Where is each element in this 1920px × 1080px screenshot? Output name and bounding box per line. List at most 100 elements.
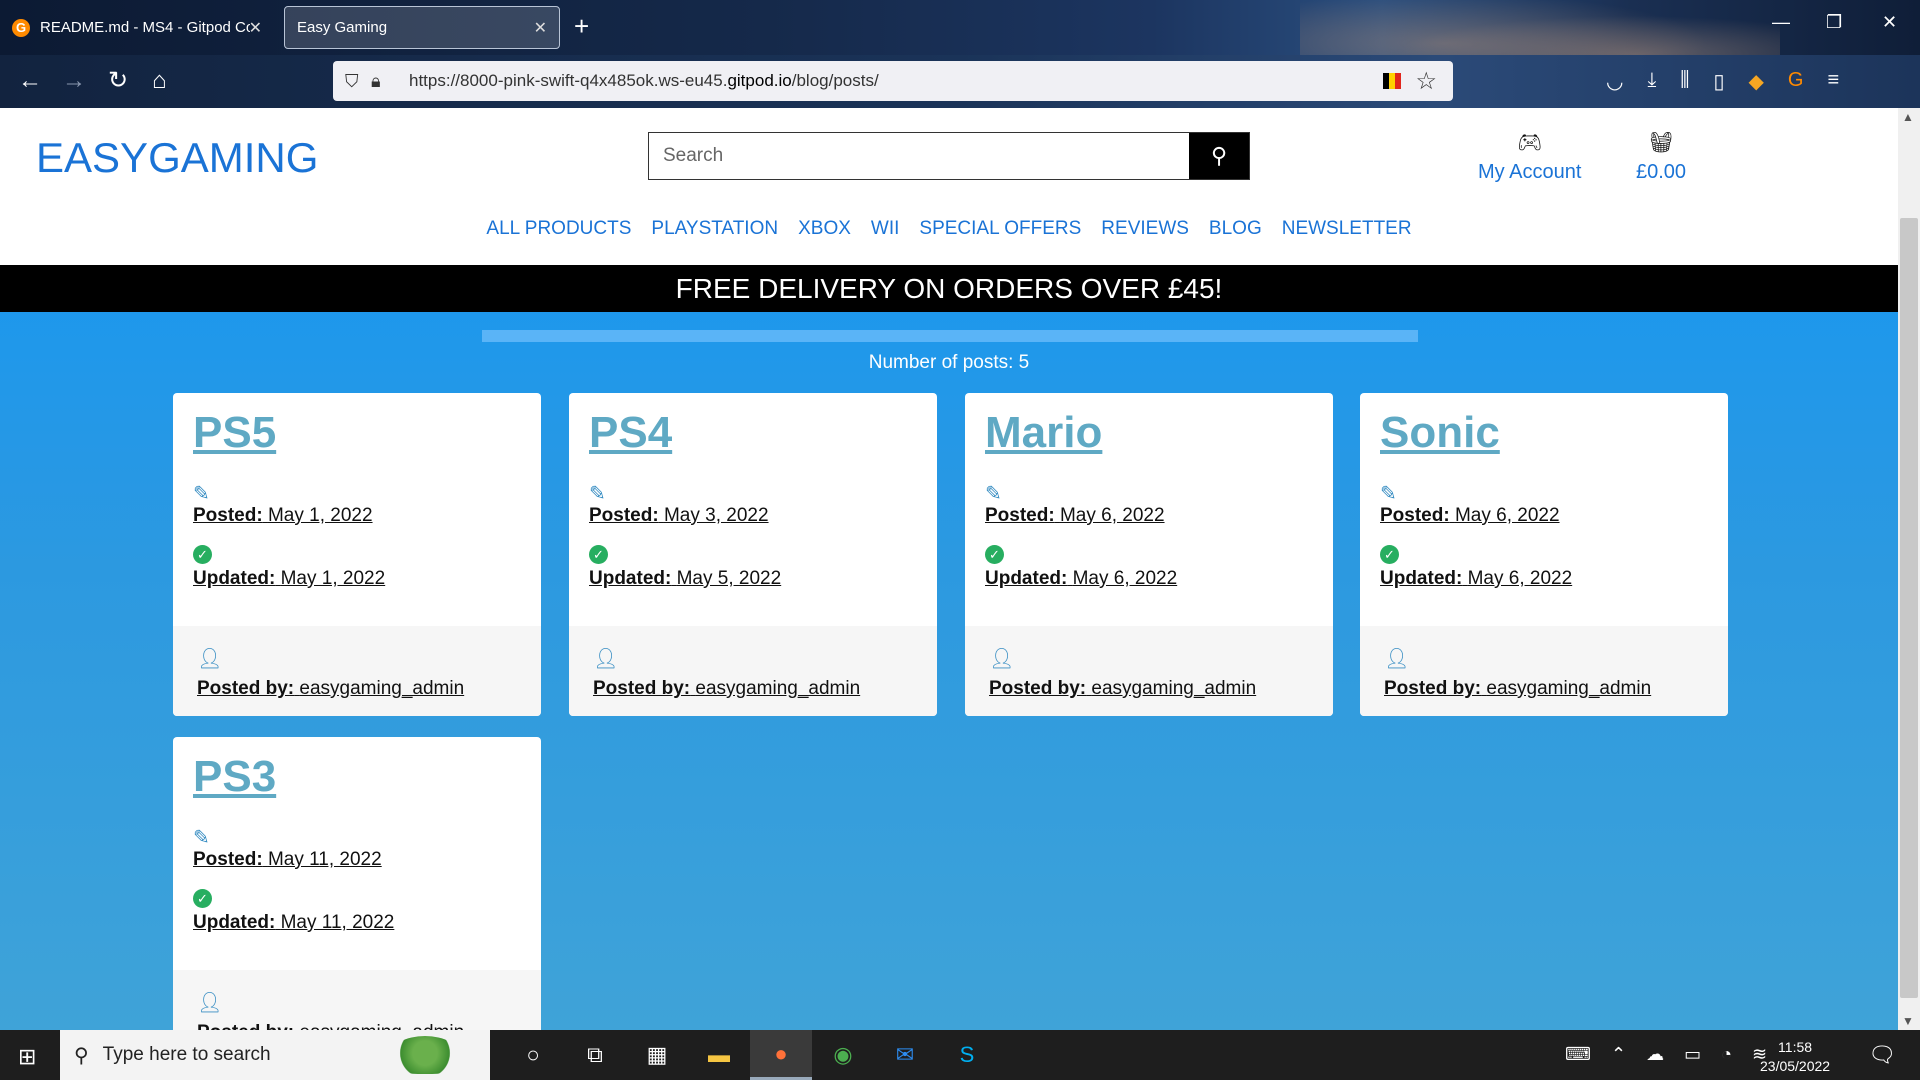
search-input[interactable] [649,133,1189,179]
clock-time: 11:58 [1778,1039,1813,1055]
minimize-icon[interactable]: — [1772,12,1790,33]
posted-date: Posted: May 3, 2022 [589,505,769,526]
bookmark-star-icon[interactable]: ☆ [1415,67,1437,96]
posted-date: Posted: May 6, 2022 [1380,505,1560,526]
cortana-icon[interactable]: ○ [502,1030,564,1080]
firefox-icon[interactable]: ● [750,1030,812,1080]
taskbar-search[interactable]: ⚲ Type here to search [60,1030,490,1080]
lock-icon[interactable]: 🔒︎ [371,71,397,92]
tab-easy-gaming[interactable]: Easy Gaming ✕ [284,6,560,49]
nav-special-offers[interactable]: SPECIAL OFFERS [919,218,1081,240]
cloud-icon[interactable]: ☁ [1646,1044,1664,1065]
post-title-link[interactable]: PS4 [589,411,917,455]
back-icon[interactable]: ← [18,67,42,95]
post-card: PS3 ✎ Posted: May 11, 2022 ✓ Updated: Ma… [173,737,541,1030]
notifications-icon[interactable]: 🗨︎ [1868,1042,1896,1068]
post-title-link[interactable]: PS5 [193,411,521,455]
main-nav: ALL PRODUCTS PLAYSTATION XBOX WII SPECIA… [0,218,1898,240]
store-icon[interactable]: ▦ [626,1030,688,1080]
mail-icon[interactable]: ✉ [874,1030,936,1080]
edit-icon[interactable]: ✎ [193,481,521,505]
extension-icon[interactable]: ◆ [1749,69,1764,94]
delivery-banner: FREE DELIVERY ON ORDERS OVER £45! [0,265,1898,312]
tab-readme[interactable]: G README.md - MS4 - Gitpod Co ✕ [0,6,274,49]
browser-tab-bar: G README.md - MS4 - Gitpod Co ✕ Easy Gam… [0,0,1920,108]
chrome-icon[interactable]: ◉ [812,1030,874,1080]
battery-icon[interactable]: ▭ [1684,1044,1701,1065]
tab-title: Easy Gaming [297,19,388,36]
skype-icon[interactable]: S [936,1030,998,1080]
close-icon[interactable]: ✕ [534,18,547,38]
edit-icon[interactable]: ✎ [1380,481,1708,505]
nav-blog[interactable]: BLOG [1209,218,1262,240]
post-title-link[interactable]: Sonic [1380,411,1708,455]
post-title-link[interactable]: PS3 [193,755,521,799]
post-card: PS5 ✎ Posted: May 1, 2022 ✓ Updated: May… [173,393,541,716]
posted-date: Posted: May 6, 2022 [985,505,1165,526]
edit-icon[interactable]: ✎ [193,825,521,849]
updated-date: Updated: May 6, 2022 [1380,568,1573,589]
user-check-icon: 👤︎ [197,648,223,670]
close-window-icon[interactable]: ✕ [1882,12,1897,33]
basket-link[interactable]: 🧺︎ £0.00 [1636,130,1686,184]
pocket-icon[interactable]: ◡ [1606,69,1623,94]
new-tab-button[interactable]: + [574,12,589,40]
flag-icon [1383,73,1401,89]
nav-xbox[interactable]: XBOX [798,218,851,240]
close-icon[interactable]: ✕ [249,18,262,38]
post-title-link[interactable]: Mario [985,411,1313,455]
post-card: Mario ✎ Posted: May 6, 2022 ✓ Updated: M… [965,393,1333,716]
nav-reviews[interactable]: REVIEWS [1101,218,1189,240]
nav-playstation[interactable]: PLAYSTATION [651,218,778,240]
taskbar-search-placeholder: Type here to search [102,1044,271,1065]
posted-date: Posted: May 11, 2022 [193,849,382,870]
windows-start-icon[interactable]: ⊞ [18,1044,36,1070]
shield-icon[interactable]: ⛉ [345,71,371,92]
restore-icon[interactable]: ❐ [1826,12,1842,33]
scroll-up-icon[interactable]: ▲ [1902,110,1914,124]
check-circle-icon: ✓ [193,545,212,564]
search-button[interactable]: ⚲ [1189,133,1249,179]
task-view-icon[interactable]: ⧉ [564,1030,626,1080]
clock-date: 23/05/2022 [1760,1058,1831,1074]
posted-by: Posted by: easygaming_admin [989,678,1257,699]
posted-by: Posted by: easygaming_admin [1384,678,1652,699]
search-icon: ⚲ [74,1044,89,1067]
url-text[interactable]: https://8000-pink-swift-q4x485ok.ws-eu45… [409,71,879,91]
menu-icon[interactable]: ≡ [1827,69,1839,94]
edit-icon[interactable]: ✎ [985,481,1313,505]
home-icon[interactable]: ⌂ [152,67,167,95]
toolbar-icons: ◡ ⤓ ⫼ ▯ ◆ G ≡ [1606,69,1839,94]
page-scrollbar[interactable]: ▲ ▼ [1898,108,1920,1030]
edit-icon[interactable]: ✎ [589,481,917,505]
reload-icon[interactable]: ↻ [108,67,128,95]
updated-date: Updated: May 1, 2022 [193,568,386,589]
nav-newsletter[interactable]: NEWSLETTER [1282,218,1412,240]
taskbar-apps: ○ ⧉ ▦ ▬ ● ◉ ✉ S [502,1030,998,1080]
file-explorer-icon[interactable]: ▬ [688,1030,750,1080]
page-viewport: EASYGAMING ⚲ 🎮︎ My Account 🧺︎ £0.00 ALL … [0,108,1898,1030]
my-account-link[interactable]: 🎮︎ My Account [1478,130,1581,184]
sidebar-icon[interactable]: ▯ [1714,69,1725,94]
system-tray: ⌨ ⌃ ☁ ▭ ◔ ≋ [1565,1044,1767,1065]
scrollbar-thumb[interactable] [1900,218,1918,998]
nav-wii[interactable]: WII [871,218,900,240]
post-card: PS4 ✎ Posted: May 3, 2022 ✓ Updated: May… [569,393,937,716]
account-label: My Account [1478,161,1582,183]
forward-icon[interactable]: → [62,67,86,95]
user-check-icon: 👤︎ [593,648,619,670]
scroll-down-icon[interactable]: ▼ [1902,1014,1914,1028]
user-check-icon: 👤︎ [1384,648,1410,670]
posted-by: Posted by: easygaming_admin [197,1022,517,1030]
check-circle-icon: ✓ [193,889,212,908]
taskbar-clock[interactable]: 11:58 23/05/2022 [1760,1038,1830,1076]
keyboard-icon[interactable]: ⌨ [1565,1044,1591,1065]
site-logo[interactable]: EASYGAMING [36,134,318,182]
gitpod-extension-icon[interactable]: G [1788,69,1804,94]
nav-all-products[interactable]: ALL PRODUCTS [486,218,631,240]
chevron-up-icon[interactable]: ⌃ [1611,1044,1626,1065]
network-icon[interactable]: ◔ [1721,1044,1732,1065]
downloads-icon[interactable]: ⤓ [1647,69,1656,94]
library-icon[interactable]: ⫼ [1680,69,1689,94]
address-bar[interactable]: ⛉ 🔒︎ https://8000-pink-swift-q4x485ok.ws… [333,61,1453,101]
